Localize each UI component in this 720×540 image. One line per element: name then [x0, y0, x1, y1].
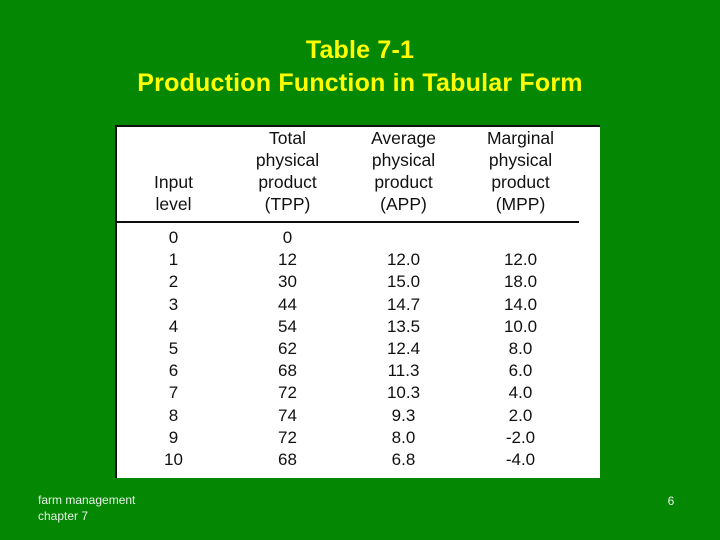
cell-tpp: 68 [278, 450, 297, 470]
cell-tpp: 30 [278, 272, 297, 292]
page-title: Table 7-1 Production Function in Tabular… [0, 34, 720, 100]
title-line-2: Production Function in Tabular Form [137, 69, 583, 97]
table-row: 9 72 8.0 -2.0 [117, 427, 579, 449]
cell-input-level: 10 [164, 450, 183, 470]
cell-input-level: 1 [168, 250, 179, 270]
cell-mpp: 2.0 [508, 405, 533, 425]
header-line: physical [371, 150, 436, 170]
column-header-mpp: Marginal physical product (MPP) [462, 127, 579, 223]
cell-mpp: -4.0 [505, 450, 536, 470]
cell-input-level: 8 [168, 405, 179, 425]
table-row: 8 74 9.3 2.0 [117, 405, 579, 427]
cell-app: 9.3 [391, 405, 416, 425]
cell-input-level: 7 [168, 383, 179, 403]
cell-app: 10.3 [386, 383, 421, 403]
cell-input-level: 9 [168, 427, 179, 447]
cell-tpp: 68 [278, 361, 297, 381]
header-line: physical [488, 150, 553, 170]
production-function-table: Input level Total physical product (TPP)… [117, 127, 579, 471]
column-header-input-level: Input level [117, 127, 230, 223]
cell-app: 11.3 [387, 361, 420, 381]
cell-input-level: 3 [168, 294, 179, 314]
table-row: 4 54 13.5 10.0 [117, 316, 579, 338]
table-row: 10 68 6.8 -4.0 [117, 449, 579, 471]
cell-input-level: 4 [168, 316, 179, 336]
table-panel: Input level Total physical product (TPP)… [115, 125, 600, 478]
cell-tpp: 12 [278, 250, 297, 270]
cell-app: 12.4 [386, 339, 421, 359]
cell-tpp: 54 [278, 316, 297, 336]
title-line-1: Table 7-1 [305, 36, 415, 64]
header-line: physical [255, 150, 320, 170]
cell-tpp: 0 [282, 228, 293, 247]
header-line: Marginal [486, 128, 555, 148]
table-row: 1 12 12.0 12.0 [117, 249, 579, 271]
cell-tpp: 44 [278, 294, 297, 314]
cell-mpp: 14.0 [503, 294, 538, 314]
page-number: 6 [667, 494, 675, 508]
cell-tpp: 72 [278, 427, 297, 447]
cell-mpp: 6.0 [508, 361, 533, 381]
cell-app: 12.0 [386, 250, 421, 270]
cell-input-level: 0 [168, 228, 179, 247]
header-line: product [374, 172, 433, 192]
cell-mpp: 8.0 [508, 339, 533, 359]
cell-tpp: 74 [278, 405, 297, 425]
header-line: product [258, 172, 317, 192]
header-line: (APP) [380, 194, 427, 214]
header-line: level [155, 194, 192, 214]
footer-line-1: farm management [38, 493, 136, 507]
table-body: 0 0 1 12 12.0 12.0 2 30 15.0 18.0 3 44 1… [117, 222, 579, 471]
cell-app: 6.8 [391, 450, 416, 470]
cell-tpp: 62 [278, 339, 297, 359]
cell-mpp: 10.0 [503, 316, 538, 336]
cell-mpp [462, 222, 579, 249]
table-row: 6 68 11.3 6.0 [117, 360, 579, 382]
cell-app: 15.0 [386, 272, 421, 292]
column-header-tpp: Total physical product (TPP) [230, 127, 345, 223]
header-line: Input [154, 172, 193, 192]
header-line: (MPP) [495, 194, 546, 214]
cell-app [345, 222, 462, 249]
table-row: 3 44 14.7 14.0 [117, 294, 579, 316]
cell-mpp: 18.0 [503, 272, 538, 292]
cell-input-level: 2 [168, 272, 179, 292]
header-line: Total [269, 128, 306, 148]
header-line: product [491, 172, 550, 192]
cell-mpp: -2.0 [505, 427, 536, 447]
header-line: Average [371, 128, 436, 148]
table-row: 0 0 [117, 222, 579, 249]
table-header-row: Input level Total physical product (TPP)… [117, 127, 579, 223]
table-header: Input level Total physical product (TPP)… [117, 127, 579, 223]
header-line: (TPP) [264, 194, 311, 214]
cell-input-level: 6 [168, 361, 179, 381]
table-row: 7 72 10.3 4.0 [117, 382, 579, 404]
table-row: 5 62 12.4 8.0 [117, 338, 579, 360]
cell-mpp: 12.0 [503, 250, 538, 270]
table-row: 2 30 15.0 18.0 [117, 271, 579, 293]
column-header-app: Average physical product (APP) [345, 127, 462, 223]
cell-app: 14.7 [386, 294, 421, 314]
footer-note: farm management chapter 7 [38, 492, 135, 524]
footer-line-2: chapter 7 [38, 509, 89, 523]
cell-input-level: 5 [168, 339, 179, 359]
cell-mpp: 4.0 [508, 383, 533, 403]
cell-app: 13.5 [386, 316, 421, 336]
cell-tpp: 72 [278, 383, 297, 403]
cell-app: 8.0 [391, 427, 416, 447]
slide-canvas: Table 7-1 Production Function in Tabular… [0, 0, 720, 540]
